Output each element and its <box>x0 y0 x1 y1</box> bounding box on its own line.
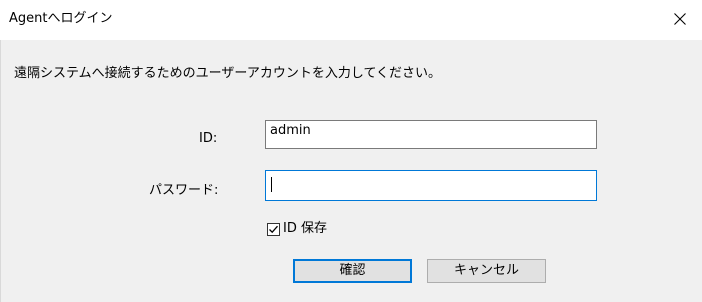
close-button[interactable] <box>658 0 702 38</box>
id-label: ID: <box>199 131 218 146</box>
cancel-button[interactable]: キャンセル <box>427 259 546 283</box>
checkbox-box[interactable] <box>267 222 280 236</box>
password-label: パスワード: <box>149 183 219 198</box>
password-input[interactable] <box>265 170 597 201</box>
instruction-text: 遠隔システムへ接続するためのユーザーアカウントを入力してください。 <box>14 66 442 81</box>
login-dialog: Agentへログイン 遠隔システムへ接続するためのユーザーアカウントを入力してく… <box>0 0 702 302</box>
id-input[interactable] <box>265 120 597 149</box>
window-title: Agentへログイン <box>9 11 113 26</box>
checkmark-icon <box>269 225 278 233</box>
confirm-button[interactable]: 確認 <box>293 259 412 283</box>
close-icon <box>674 13 686 25</box>
dialog-body: 遠隔システムへ接続するためのユーザーアカウントを入力してください。 ID: パス… <box>0 40 702 302</box>
save-id-label: ID 保存 <box>283 221 327 236</box>
save-id-checkbox[interactable]: ID 保存 <box>267 220 327 238</box>
text-caret <box>271 177 272 192</box>
title-bar: Agentへログイン <box>0 0 702 40</box>
